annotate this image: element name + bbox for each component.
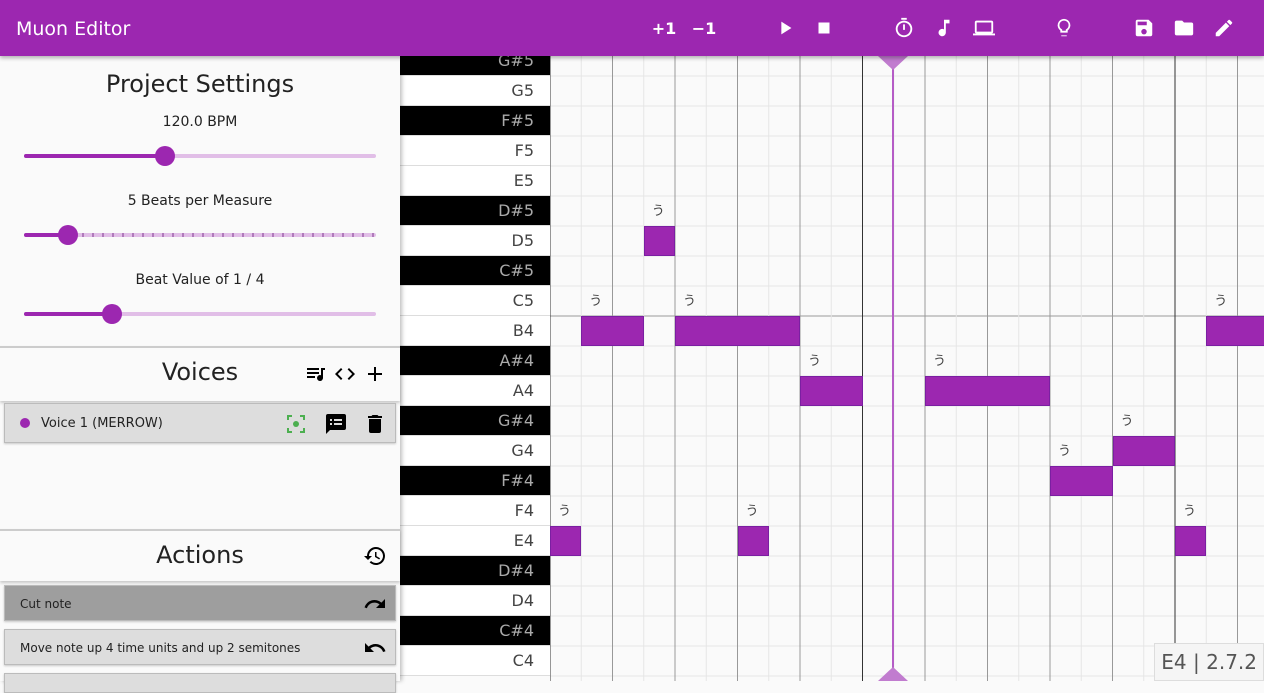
action-item[interactable]: Cut note xyxy=(4,585,396,621)
beat-value-slider[interactable] xyxy=(24,304,376,324)
note[interactable] xyxy=(737,526,769,556)
hint-button[interactable] xyxy=(1050,14,1078,42)
note-lyric: う xyxy=(558,504,572,519)
stop-button[interactable] xyxy=(810,14,838,42)
laptop-icon xyxy=(973,20,995,36)
voice-playlist-icon[interactable] xyxy=(304,362,328,386)
note[interactable] xyxy=(800,376,863,406)
note[interactable] xyxy=(643,226,675,256)
actions-header: Actions xyxy=(0,529,400,581)
piano-key[interactable]: D4 xyxy=(400,586,550,616)
piano-key[interactable]: C#4 xyxy=(400,616,550,646)
note-lyric: う xyxy=(1214,294,1228,309)
note[interactable] xyxy=(1050,466,1113,496)
note[interactable] xyxy=(1112,436,1175,466)
code-icon[interactable] xyxy=(333,362,357,386)
beat-value-label: Beat Value of 1 / 4 xyxy=(135,272,265,288)
action-item[interactable]: Move note up 4 time units and up 2 semit… xyxy=(4,629,396,665)
note[interactable] xyxy=(1175,526,1207,556)
save-button[interactable] xyxy=(1130,14,1158,42)
actions-title: Actions xyxy=(156,541,244,569)
music-note-icon xyxy=(938,19,950,37)
note-lyric: う xyxy=(1183,504,1197,519)
voices-header: Voices xyxy=(0,346,400,401)
piano-key[interactable]: C4 xyxy=(400,646,550,676)
undo-icon[interactable] xyxy=(363,636,387,660)
render-button[interactable] xyxy=(970,14,998,42)
lightbulb-icon xyxy=(1057,18,1071,37)
history-icon[interactable] xyxy=(363,544,387,568)
piano-key[interactable]: G4 xyxy=(400,436,550,466)
voice-color-dot xyxy=(20,418,30,428)
piano-key[interactable]: F4 xyxy=(400,496,550,526)
piano-key[interactable]: A4 xyxy=(400,376,550,406)
piano-key[interactable]: A#4 xyxy=(400,346,550,376)
piano-key[interactable]: E5 xyxy=(400,166,550,196)
note[interactable] xyxy=(550,526,582,556)
cursor-status: E4 | 2.7.2 xyxy=(1154,643,1264,681)
piano-key[interactable]: C#5 xyxy=(400,256,550,286)
piano-key[interactable]: G5 xyxy=(400,76,550,106)
note-lyric: う xyxy=(589,294,603,309)
redo-icon[interactable] xyxy=(363,592,387,616)
note-lyric: う xyxy=(808,354,822,369)
piano-key[interactable]: B4 xyxy=(400,316,550,346)
piano-key[interactable]: C5 xyxy=(400,286,550,316)
note[interactable] xyxy=(925,376,1050,406)
piano-key[interactable]: D#5 xyxy=(400,196,550,226)
piano-key[interactable]: D#4 xyxy=(400,556,550,586)
piano-key[interactable]: G#5 xyxy=(400,56,550,76)
note[interactable] xyxy=(675,316,800,346)
note-lyric: う xyxy=(683,294,697,309)
note-lyric: う xyxy=(651,204,665,219)
pencil-icon xyxy=(1215,19,1233,37)
piano-key[interactable]: F5 xyxy=(400,136,550,166)
voice-name: Voice 1 (MERROW) xyxy=(41,416,163,431)
action-label: Move note up 4 time units and up 2 semit… xyxy=(20,641,301,655)
note[interactable] xyxy=(1206,316,1264,346)
delete-voice-icon[interactable] xyxy=(363,412,387,436)
play-icon xyxy=(781,21,792,35)
note-lyric: う xyxy=(745,504,759,519)
piano-keys: G#5 G5 F#5 F5 E5 D#5 D5 C#5 C5 B4 A#4 A4 G#4 G4 F#4 F4 E… xyxy=(400,56,550,681)
bpm-slider[interactable] xyxy=(24,146,376,166)
save-icon xyxy=(1135,19,1153,37)
add-voice-icon[interactable] xyxy=(363,362,387,386)
open-button[interactable] xyxy=(1170,14,1198,42)
note-lyric: う xyxy=(1120,414,1134,429)
timer-icon xyxy=(895,17,913,38)
folder-icon xyxy=(1174,20,1194,36)
piano-key[interactable]: F#5 xyxy=(400,106,550,136)
note-button[interactable] xyxy=(930,14,958,42)
beats-label: 5 Beats per Measure xyxy=(127,193,273,209)
action-item[interactable] xyxy=(4,673,396,693)
timer-button[interactable] xyxy=(890,14,918,42)
note[interactable] xyxy=(581,316,644,346)
bpm-label: 120.0 BPM xyxy=(162,114,238,130)
piano-key[interactable]: F#4 xyxy=(400,466,550,496)
beats-slider[interactable] xyxy=(24,225,376,245)
piano-key[interactable]: E4 xyxy=(400,526,550,556)
octave-down-button[interactable]: −1 xyxy=(690,14,718,42)
side-panel: Project Settings 120.0 BPM 5 Beats per M… xyxy=(0,56,400,693)
play-button[interactable] xyxy=(771,14,799,42)
stop-icon xyxy=(818,22,830,34)
note-lyric: う xyxy=(933,354,947,369)
focus-voice-icon[interactable] xyxy=(284,412,308,436)
piano-key[interactable]: G#4 xyxy=(400,406,550,436)
lyrics-icon[interactable] xyxy=(324,412,348,436)
app-bar: Muon Editor +1 −1 xyxy=(0,0,1264,56)
project-settings-title: Project Settings xyxy=(105,70,295,98)
octave-up-button[interactable]: +1 xyxy=(650,14,678,42)
voice-item[interactable]: Voice 1 (MERROW) xyxy=(4,403,396,443)
action-label: Cut note xyxy=(20,597,72,611)
edit-button[interactable] xyxy=(1210,14,1238,42)
piano-key[interactable]: D5 xyxy=(400,226,550,256)
note-lyric: う xyxy=(1058,444,1072,459)
note-grid[interactable]: ううううううううううう xyxy=(550,56,1264,681)
app-title: Muon Editor xyxy=(16,18,131,40)
